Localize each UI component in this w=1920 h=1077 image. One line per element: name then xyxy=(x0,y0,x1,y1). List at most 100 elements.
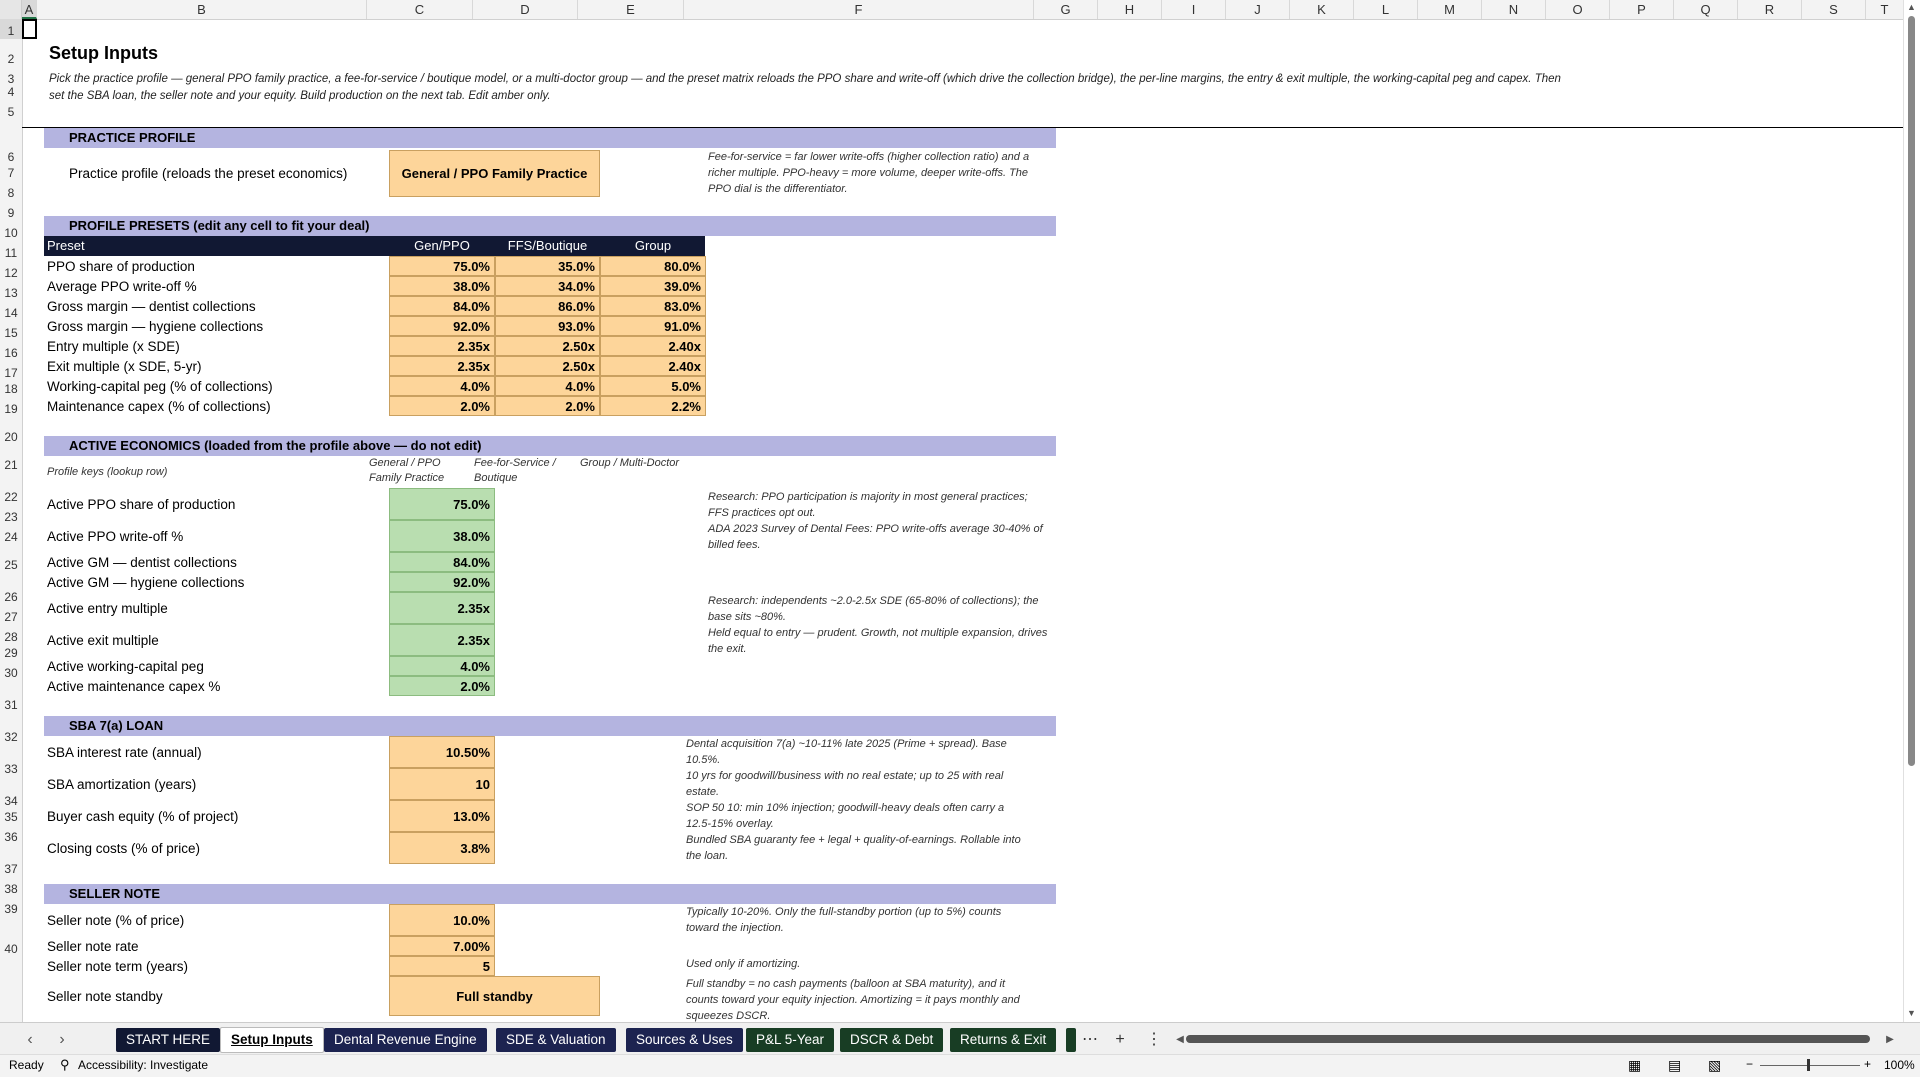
tab-returns-exit[interactable]: Returns & Exit xyxy=(950,1028,1057,1052)
row-header-26[interactable]: 26 xyxy=(0,573,22,605)
column-header-a[interactable]: A xyxy=(22,0,37,19)
select-all-corner[interactable] xyxy=(0,0,22,19)
row-header-25[interactable]: 25 xyxy=(0,545,22,573)
sba-input-cell[interactable]: 10 xyxy=(389,768,495,800)
row-header-23[interactable]: 23 xyxy=(0,505,22,525)
preset-value-cell[interactable]: 80.0% xyxy=(600,256,706,276)
tab-dental-revenue-engine[interactable]: Dental Revenue Engine xyxy=(324,1028,487,1052)
scroll-up-arrow-icon[interactable]: ▲ xyxy=(1907,2,1916,12)
column-header-e[interactable]: E xyxy=(578,0,684,19)
column-header-b[interactable]: B xyxy=(37,0,367,19)
column-header-g[interactable]: G xyxy=(1034,0,1098,19)
row-header-30[interactable]: 30 xyxy=(0,661,22,681)
row-header-22[interactable]: 22 xyxy=(0,473,22,505)
preset-value-cell[interactable]: 5.0% xyxy=(600,376,706,396)
row-header-38[interactable]: 38 xyxy=(0,877,22,897)
row-header-31[interactable]: 31 xyxy=(0,681,22,713)
seller-input-cell[interactable]: 5 xyxy=(389,956,495,976)
column-header-l[interactable]: L xyxy=(1354,0,1418,19)
row-header-1[interactable]: 1 xyxy=(0,19,22,39)
sheet-grid[interactable]: Setup Inputs Pick the practice profile —… xyxy=(22,19,1904,1022)
row-header-29[interactable]: 29 xyxy=(0,645,22,661)
scroll-down-arrow-icon[interactable]: ▼ xyxy=(1907,1008,1916,1018)
row-header-17[interactable]: 17 xyxy=(0,361,22,381)
row-header-34[interactable]: 34 xyxy=(0,777,22,809)
preset-value-cell[interactable]: 35.0% xyxy=(495,256,600,276)
tab-overflow-partial[interactable] xyxy=(1066,1028,1076,1052)
seller-input-cell[interactable]: Full standby xyxy=(389,976,600,1016)
accessibility-status[interactable]: Accessibility: Investigate xyxy=(78,1058,208,1072)
preset-value-cell[interactable]: 4.0% xyxy=(389,376,495,396)
tab-start-here[interactable]: START HERE xyxy=(116,1028,221,1052)
preset-value-cell[interactable]: 83.0% xyxy=(600,296,706,316)
column-header-o[interactable]: O xyxy=(1546,0,1610,19)
row-header-24[interactable]: 24 xyxy=(0,525,22,545)
scroll-right-arrow-icon[interactable]: ▶ xyxy=(1878,1028,1902,1052)
row-header-21[interactable]: 21 xyxy=(0,445,22,473)
preset-value-cell[interactable]: 2.2% xyxy=(600,396,706,416)
horizontal-scroll-thumb[interactable] xyxy=(1186,1035,1870,1043)
row-header-18[interactable]: 18 xyxy=(0,381,22,397)
prev-sheet-arrow-icon[interactable]: ‹ xyxy=(18,1028,42,1052)
preset-value-cell[interactable]: 75.0% xyxy=(389,256,495,276)
column-header-i[interactable]: I xyxy=(1162,0,1226,19)
column-header-f[interactable]: F xyxy=(684,0,1034,19)
row-header-37[interactable]: 37 xyxy=(0,845,22,877)
practice-profile-dropdown[interactable]: General / PPO Family Practice xyxy=(389,150,600,197)
row-header-11[interactable]: 11 xyxy=(0,241,22,261)
page-layout-icon[interactable]: ▤ xyxy=(1668,1057,1681,1074)
column-header-j[interactable]: J xyxy=(1226,0,1290,19)
column-header-h[interactable]: H xyxy=(1098,0,1162,19)
row-header-13[interactable]: 13 xyxy=(0,281,22,301)
seller-input-cell[interactable]: 7.00% xyxy=(389,936,495,956)
preset-value-cell[interactable]: 2.35x xyxy=(389,356,495,376)
row-header-6[interactable]: 6 xyxy=(0,120,22,165)
row-header-12[interactable]: 12 xyxy=(0,261,22,281)
column-header-p[interactable]: P xyxy=(1610,0,1674,19)
column-header-k[interactable]: K xyxy=(1290,0,1354,19)
zoom-slider-thumb[interactable] xyxy=(1807,1059,1810,1071)
preset-value-cell[interactable]: 34.0% xyxy=(495,276,600,296)
preset-value-cell[interactable]: 39.0% xyxy=(600,276,706,296)
preset-value-cell[interactable]: 4.0% xyxy=(495,376,600,396)
preset-value-cell[interactable]: 2.0% xyxy=(495,396,600,416)
row-header-28[interactable]: 28 xyxy=(0,625,22,645)
row-header-39[interactable]: 39 xyxy=(0,897,22,917)
preset-value-cell[interactable]: 38.0% xyxy=(389,276,495,296)
preset-value-cell[interactable]: 2.50x xyxy=(495,336,600,356)
preset-value-cell[interactable]: 2.40x xyxy=(600,356,706,376)
preset-value-cell[interactable]: 2.40x xyxy=(600,336,706,356)
row-header-15[interactable]: 15 xyxy=(0,321,22,341)
sba-input-cell[interactable]: 13.0% xyxy=(389,800,495,832)
preset-value-cell[interactable]: 92.0% xyxy=(389,316,495,336)
row-header-9[interactable]: 9 xyxy=(0,201,22,221)
normal-view-icon[interactable]: ▦ xyxy=(1628,1057,1641,1074)
add-sheet-icon[interactable]: + xyxy=(1108,1028,1132,1052)
row-header-14[interactable]: 14 xyxy=(0,301,22,321)
active-cell-a1[interactable] xyxy=(22,19,37,39)
preset-value-cell[interactable]: 86.0% xyxy=(495,296,600,316)
zoom-level[interactable]: 100% xyxy=(1884,1058,1915,1072)
tab-pl-5-year[interactable]: P&L 5-Year xyxy=(746,1028,835,1052)
row-header-33[interactable]: 33 xyxy=(0,745,22,777)
column-header-m[interactable]: M xyxy=(1418,0,1482,19)
column-header-s[interactable]: S xyxy=(1802,0,1866,19)
sba-input-cell[interactable]: 10.50% xyxy=(389,736,495,768)
column-header-t[interactable]: T xyxy=(1866,0,1904,19)
vertical-scrollbar[interactable]: ▲ ▼ xyxy=(1903,0,1920,1022)
preset-value-cell[interactable]: 84.0% xyxy=(389,296,495,316)
column-header-c[interactable]: C xyxy=(367,0,473,19)
column-header-q[interactable]: Q xyxy=(1674,0,1738,19)
row-header-4[interactable]: 4 xyxy=(0,85,22,100)
row-header-3[interactable]: 3 xyxy=(0,67,22,87)
preset-value-cell[interactable]: 93.0% xyxy=(495,316,600,336)
row-header-36[interactable]: 36 xyxy=(0,825,22,845)
row-header-40[interactable]: 40 xyxy=(0,917,22,957)
zoom-slider[interactable] xyxy=(1760,1065,1860,1066)
tab-setup-inputs[interactable]: Setup Inputs xyxy=(220,1027,324,1053)
tab-dscr-debt[interactable]: DSCR & Debt xyxy=(840,1028,944,1052)
more-sheets-icon[interactable]: ⋯ xyxy=(1078,1028,1102,1052)
row-header-20[interactable]: 20 xyxy=(0,417,22,445)
tab-sde-valuation[interactable]: SDE & Valuation xyxy=(496,1028,616,1052)
row-header-2[interactable]: 2 xyxy=(0,39,22,67)
